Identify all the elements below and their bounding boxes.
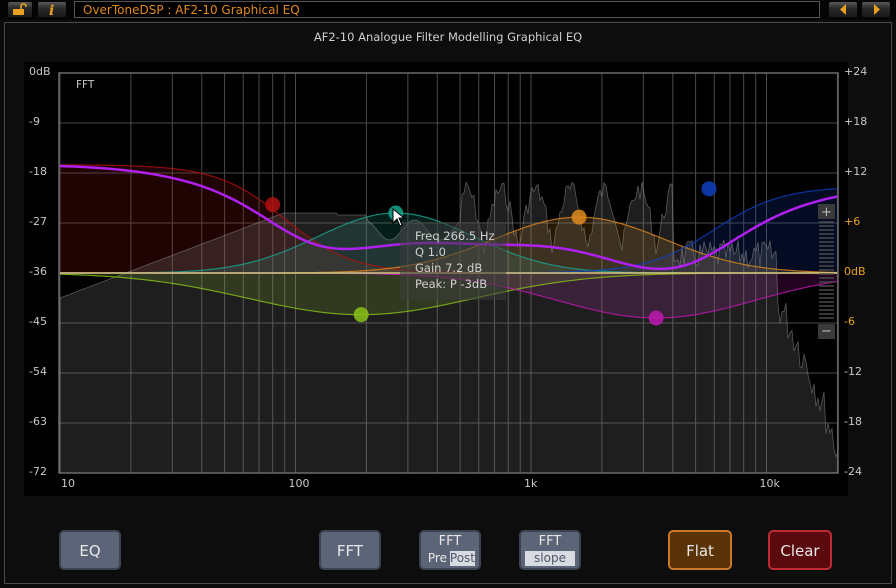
left-axis-label: 0dB: [29, 65, 51, 78]
right-axis-label: -24: [844, 465, 862, 478]
frequency-axis-label: 100: [288, 477, 310, 490]
range-zoom-control[interactable]: + −: [818, 204, 835, 342]
left-axis-label: -45: [29, 315, 47, 328]
fft-post-option[interactable]: Post: [449, 551, 475, 566]
eq-button[interactable]: EQ: [59, 530, 121, 570]
fft-pre-post-title: FFT: [438, 534, 462, 549]
frequency-axis-label: 10k: [759, 477, 780, 490]
tooltip-gain: Gain 7.2 dB: [415, 261, 483, 275]
left-axis-label: -72: [29, 465, 47, 478]
right-axis-label: -6: [844, 315, 855, 328]
right-axis-label: +12: [844, 165, 868, 178]
flat-button[interactable]: Flat: [668, 530, 732, 570]
clear-button[interactable]: Clear: [768, 530, 832, 570]
zoom-out-icon: −: [821, 324, 832, 339]
right-axis-label: -18: [844, 415, 862, 428]
fft-slope-option: slope: [525, 551, 575, 566]
tooltip-peak: Peak: P -3dB: [415, 277, 488, 291]
band-node-high-shelf[interactable]: [701, 181, 717, 197]
fft-slope-title: FFT: [538, 534, 562, 549]
right-axis-label: +24: [844, 65, 868, 78]
right-axis-label: 0dB: [844, 265, 866, 278]
band-node-low-shelf[interactable]: [265, 197, 281, 213]
zoom-in-icon: +: [821, 205, 832, 220]
fft-tag: FFT: [76, 79, 95, 91]
frequency-axis-label: 1k: [524, 477, 538, 490]
left-axis-label: -36: [29, 265, 47, 278]
left-axis-label: -18: [29, 165, 47, 178]
right-axis-label: +6: [844, 215, 861, 228]
band-node-high-mid-peak[interactable]: [571, 209, 587, 225]
fft-pre-post-button[interactable]: FFT Pre Post: [419, 530, 481, 570]
fft-slope-button[interactable]: FFT slope: [519, 530, 581, 570]
left-axis-label: -63: [29, 415, 47, 428]
fft-pre-option[interactable]: Pre: [425, 551, 450, 566]
right-axis-label: -12: [844, 365, 862, 378]
band-node-low-peak[interactable]: [353, 307, 369, 323]
left-axis-label: -54: [29, 365, 47, 378]
band-node-presence-peak[interactable]: [648, 310, 664, 326]
mouse-cursor-icon: [392, 208, 406, 227]
left-axis-label: -27: [29, 215, 47, 228]
right-axis-label: +18: [844, 115, 868, 128]
range-scrollbar[interactable]: + −: [818, 204, 835, 342]
frequency-axis-label: 10: [61, 477, 75, 490]
tooltip-q: Q 1.0: [415, 245, 446, 259]
band-tooltip: Freq 266.5 Hz Q 1.0 Gain 7.2 dB Peak: P …: [400, 222, 506, 300]
fft-button[interactable]: FFT: [319, 530, 381, 570]
tooltip-freq: Freq 266.5 Hz: [415, 229, 495, 243]
left-axis-label: -9: [29, 115, 40, 128]
